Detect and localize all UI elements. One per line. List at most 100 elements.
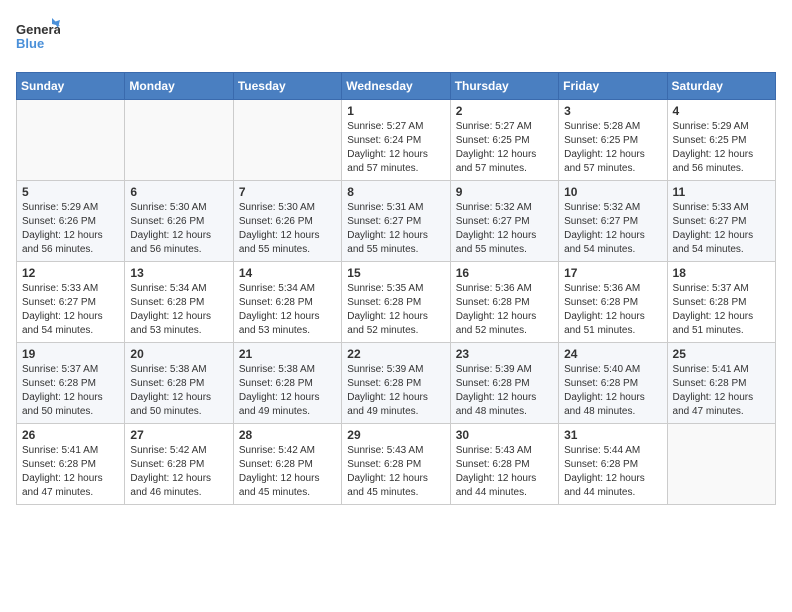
- day-number: 19: [22, 347, 119, 361]
- day-number: 21: [239, 347, 336, 361]
- calendar-cell: 15 Sunrise: 5:35 AMSunset: 6:28 PMDayligh…: [342, 262, 450, 343]
- weekday-header-sunday: Sunday: [17, 73, 125, 100]
- day-detail: Sunrise: 5:27 AMSunset: 6:24 PMDaylight:…: [347, 120, 444, 176]
- day-number: 9: [456, 185, 553, 199]
- calendar-cell: 17 Sunrise: 5:36 AMSunset: 6:28 PMDayligh…: [559, 262, 667, 343]
- calendar-cell: 3 Sunrise: 5:28 AMSunset: 6:25 PMDaylight…: [559, 100, 667, 181]
- day-detail: Sunrise: 5:30 AMSunset: 6:26 PMDaylight:…: [130, 201, 227, 257]
- calendar-cell: 18 Sunrise: 5:37 AMSunset: 6:28 PMDayligh…: [667, 262, 775, 343]
- calendar-cell: [233, 100, 341, 181]
- day-number: 17: [564, 266, 661, 280]
- day-number: 15: [347, 266, 444, 280]
- day-detail: Sunrise: 5:43 AMSunset: 6:28 PMDaylight:…: [347, 444, 444, 500]
- weekday-header-row: SundayMondayTuesdayWednesdayThursdayFrid…: [17, 73, 776, 100]
- calendar-cell: 26 Sunrise: 5:41 AMSunset: 6:28 PMDayligh…: [17, 424, 125, 505]
- weekday-header-monday: Monday: [125, 73, 233, 100]
- day-detail: Sunrise: 5:28 AMSunset: 6:25 PMDaylight:…: [564, 120, 661, 176]
- day-number: 6: [130, 185, 227, 199]
- day-number: 24: [564, 347, 661, 361]
- day-number: 25: [673, 347, 770, 361]
- day-detail: Sunrise: 5:44 AMSunset: 6:28 PMDaylight:…: [564, 444, 661, 500]
- day-detail: Sunrise: 5:34 AMSunset: 6:28 PMDaylight:…: [130, 282, 227, 338]
- day-detail: Sunrise: 5:39 AMSunset: 6:28 PMDaylight:…: [456, 363, 553, 419]
- day-detail: Sunrise: 5:39 AMSunset: 6:28 PMDaylight:…: [347, 363, 444, 419]
- weekday-header-saturday: Saturday: [667, 73, 775, 100]
- day-number: 13: [130, 266, 227, 280]
- day-number: 14: [239, 266, 336, 280]
- day-detail: Sunrise: 5:41 AMSunset: 6:28 PMDaylight:…: [673, 363, 770, 419]
- calendar-cell: 14Sunrise: 5:34 AMSunset: 6:28 PMDayligh…: [233, 262, 341, 343]
- day-number: 5: [22, 185, 119, 199]
- day-detail: Sunrise: 5:38 AMSunset: 6:28 PMDaylight:…: [130, 363, 227, 419]
- weekday-header-thursday: Thursday: [450, 73, 558, 100]
- day-number: 26: [22, 428, 119, 442]
- day-number: 2: [456, 104, 553, 118]
- day-detail: Sunrise: 5:38 AMSunset: 6:28 PMDaylight:…: [239, 363, 336, 419]
- calendar-cell: 29 Sunrise: 5:43 AMSunset: 6:28 PMDayligh…: [342, 424, 450, 505]
- day-detail: Sunrise: 5:29 AMSunset: 6:26 PMDaylight:…: [22, 201, 119, 257]
- day-number: 4: [673, 104, 770, 118]
- day-number: 11: [673, 185, 770, 199]
- calendar-cell: 16Sunrise: 5:36 AMSunset: 6:28 PMDayligh…: [450, 262, 558, 343]
- calendar-week-row: 5 Sunrise: 5:29 AMSunset: 6:26 PMDaylight…: [17, 181, 776, 262]
- day-number: 20: [130, 347, 227, 361]
- calendar-cell: 19Sunrise: 5:37 AMSunset: 6:28 PMDayligh…: [17, 343, 125, 424]
- day-detail: Sunrise: 5:42 AMSunset: 6:28 PMDaylight:…: [130, 444, 227, 500]
- calendar-cell: 24Sunrise: 5:40 AMSunset: 6:28 PMDayligh…: [559, 343, 667, 424]
- calendar-week-row: 1 Sunrise: 5:27 AMSunset: 6:24 PMDaylight…: [17, 100, 776, 181]
- day-detail: Sunrise: 5:36 AMSunset: 6:28 PMDaylight:…: [564, 282, 661, 338]
- calendar-cell: 12Sunrise: 5:33 AMSunset: 6:27 PMDayligh…: [17, 262, 125, 343]
- calendar-cell: 23 Sunrise: 5:39 AMSunset: 6:28 PMDayligh…: [450, 343, 558, 424]
- day-detail: Sunrise: 5:29 AMSunset: 6:25 PMDaylight:…: [673, 120, 770, 176]
- calendar-cell: 31 Sunrise: 5:44 AMSunset: 6:28 PMDayligh…: [559, 424, 667, 505]
- day-number: 28: [239, 428, 336, 442]
- calendar-week-row: 12Sunrise: 5:33 AMSunset: 6:27 PMDayligh…: [17, 262, 776, 343]
- calendar-cell: [17, 100, 125, 181]
- day-detail: Sunrise: 5:41 AMSunset: 6:28 PMDaylight:…: [22, 444, 119, 500]
- day-number: 8: [347, 185, 444, 199]
- calendar-cell: 11 Sunrise: 5:33 AMSunset: 6:27 PMDayligh…: [667, 181, 775, 262]
- calendar-cell: 28Sunrise: 5:42 AMSunset: 6:28 PMDayligh…: [233, 424, 341, 505]
- logo: General Blue: [16, 16, 60, 60]
- day-number: 29: [347, 428, 444, 442]
- calendar-cell: 1 Sunrise: 5:27 AMSunset: 6:24 PMDaylight…: [342, 100, 450, 181]
- weekday-header-friday: Friday: [559, 73, 667, 100]
- calendar-cell: 21 Sunrise: 5:38 AMSunset: 6:28 PMDayligh…: [233, 343, 341, 424]
- calendar-cell: 27 Sunrise: 5:42 AMSunset: 6:28 PMDayligh…: [125, 424, 233, 505]
- day-number: 7: [239, 185, 336, 199]
- day-detail: Sunrise: 5:35 AMSunset: 6:28 PMDaylight:…: [347, 282, 444, 338]
- day-number: 1: [347, 104, 444, 118]
- logo-bird-icon: General Blue: [16, 16, 60, 60]
- calendar-week-row: 19Sunrise: 5:37 AMSunset: 6:28 PMDayligh…: [17, 343, 776, 424]
- day-number: 31: [564, 428, 661, 442]
- day-number: 22: [347, 347, 444, 361]
- day-number: 27: [130, 428, 227, 442]
- day-number: 30: [456, 428, 553, 442]
- logo-container: General Blue: [16, 16, 60, 60]
- calendar-cell: [667, 424, 775, 505]
- calendar-cell: 13 Sunrise: 5:34 AMSunset: 6:28 PMDayligh…: [125, 262, 233, 343]
- calendar-cell: 4 Sunrise: 5:29 AMSunset: 6:25 PMDaylight…: [667, 100, 775, 181]
- day-detail: Sunrise: 5:31 AMSunset: 6:27 PMDaylight:…: [347, 201, 444, 257]
- day-detail: Sunrise: 5:27 AMSunset: 6:25 PMDaylight:…: [456, 120, 553, 176]
- calendar-cell: 8 Sunrise: 5:31 AMSunset: 6:27 PMDaylight…: [342, 181, 450, 262]
- day-number: 10: [564, 185, 661, 199]
- day-detail: Sunrise: 5:33 AMSunset: 6:27 PMDaylight:…: [673, 201, 770, 257]
- day-detail: Sunrise: 5:33 AMSunset: 6:27 PMDaylight:…: [22, 282, 119, 338]
- day-number: 3: [564, 104, 661, 118]
- day-detail: Sunrise: 5:32 AMSunset: 6:27 PMDaylight:…: [564, 201, 661, 257]
- calendar-cell: 9Sunrise: 5:32 AMSunset: 6:27 PMDaylight…: [450, 181, 558, 262]
- page-header: General Blue: [16, 16, 776, 60]
- calendar-cell: 5 Sunrise: 5:29 AMSunset: 6:26 PMDaylight…: [17, 181, 125, 262]
- svg-text:Blue: Blue: [16, 36, 44, 51]
- day-detail: Sunrise: 5:43 AMSunset: 6:28 PMDaylight:…: [456, 444, 553, 500]
- day-number: 23: [456, 347, 553, 361]
- day-detail: Sunrise: 5:37 AMSunset: 6:28 PMDaylight:…: [673, 282, 770, 338]
- calendar-cell: 25 Sunrise: 5:41 AMSunset: 6:28 PMDayligh…: [667, 343, 775, 424]
- calendar-cell: 22 Sunrise: 5:39 AMSunset: 6:28 PMDayligh…: [342, 343, 450, 424]
- calendar-week-row: 26 Sunrise: 5:41 AMSunset: 6:28 PMDayligh…: [17, 424, 776, 505]
- day-number: 18: [673, 266, 770, 280]
- weekday-header-tuesday: Tuesday: [233, 73, 341, 100]
- calendar-table: SundayMondayTuesdayWednesdayThursdayFrid…: [16, 72, 776, 505]
- calendar-cell: 20 Sunrise: 5:38 AMSunset: 6:28 PMDayligh…: [125, 343, 233, 424]
